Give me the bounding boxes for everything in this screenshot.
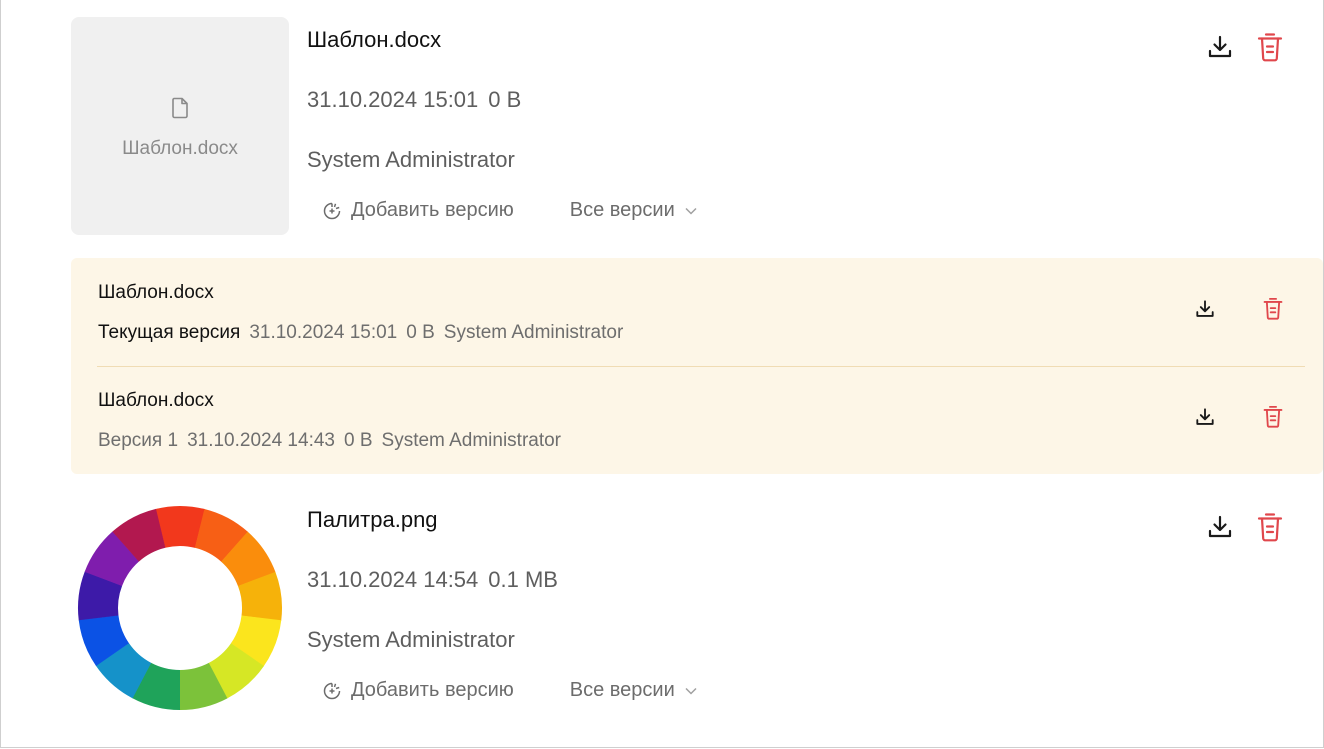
version-meta: Текущая версия 31.10.2024 15:01 0 B System … bbox=[98, 322, 623, 344]
color-wheel-image bbox=[78, 506, 282, 710]
trash-icon[interactable] bbox=[1257, 511, 1283, 543]
thumbnail-file-name: Шаблон.docx bbox=[122, 137, 238, 159]
version-size: 0 B bbox=[343, 430, 373, 451]
all-versions-label: Все версии bbox=[569, 679, 675, 701]
add-version-button[interactable]: Добавить версию bbox=[323, 679, 514, 702]
add-version-icon bbox=[323, 202, 341, 220]
file-actions: Добавить версию Все версии bbox=[323, 679, 697, 702]
file-date: 31.10.2024 14:54 bbox=[307, 567, 479, 592]
file-date: 31.10.2024 15:01 bbox=[307, 87, 479, 112]
file-actions: Добавить версию Все версии bbox=[323, 199, 697, 222]
chevron-down-icon bbox=[685, 687, 697, 695]
file-card: Палитра.png 31.10.2024 14:54 0.1 MB Syste… bbox=[71, 497, 1323, 717]
version-row[interactable]: Шаблон.docx Версия 1 31.10.2024 14:43 0 B S… bbox=[71, 366, 1323, 474]
trash-icon[interactable] bbox=[1263, 296, 1283, 321]
file-meta: 31.10.2024 15:01 0 B bbox=[307, 87, 521, 113]
add-version-button[interactable]: Добавить версию bbox=[323, 199, 514, 222]
file-meta: 31.10.2024 14:54 0.1 MB bbox=[307, 567, 558, 593]
version-size: 0 B bbox=[406, 322, 435, 343]
version-icons bbox=[1195, 404, 1283, 429]
download-icon[interactable] bbox=[1207, 34, 1233, 60]
trash-icon[interactable] bbox=[1263, 404, 1283, 429]
version-author: System Administrator bbox=[443, 322, 624, 343]
version-author: System Administrator bbox=[381, 430, 562, 451]
chevron-down-icon bbox=[685, 207, 697, 215]
version-meta: Версия 1 31.10.2024 14:43 0 B System Admini… bbox=[98, 430, 561, 452]
all-versions-label: Все версии bbox=[569, 199, 675, 221]
version-icons bbox=[1195, 296, 1283, 321]
file-card-icons bbox=[1207, 31, 1283, 63]
download-icon[interactable] bbox=[1207, 514, 1233, 540]
file-card-icons bbox=[1207, 511, 1283, 543]
version-file-name: Шаблон.docx bbox=[98, 390, 214, 411]
add-version-label: Добавить версию bbox=[351, 199, 514, 221]
color-wheel-segments bbox=[78, 506, 282, 710]
file-list-panel: Шаблон.docx Шаблон.docx 31.10.2024 15:01… bbox=[0, 0, 1324, 748]
all-versions-dropdown[interactable]: Все версии bbox=[570, 199, 697, 222]
version-date: 31.10.2024 14:43 bbox=[187, 430, 335, 451]
file-thumbnail[interactable]: Шаблон.docx bbox=[71, 17, 289, 235]
version-label: Текущая версия bbox=[98, 322, 241, 343]
file-name[interactable]: Палитра.png bbox=[307, 507, 438, 533]
add-version-label: Добавить версию bbox=[351, 679, 514, 701]
version-row[interactable]: Шаблон.docx Текущая версия 31.10.2024 15:… bbox=[71, 258, 1323, 366]
file-thumbnail[interactable] bbox=[71, 497, 289, 715]
file-card: Шаблон.docx Шаблон.docx 31.10.2024 15:01… bbox=[71, 17, 1323, 237]
version-date: 31.10.2024 15:01 bbox=[249, 322, 398, 343]
file-author: System Administrator bbox=[307, 627, 515, 652]
trash-icon[interactable] bbox=[1257, 31, 1283, 63]
all-versions-dropdown[interactable]: Все версии bbox=[570, 679, 697, 702]
file-author: System Administrator bbox=[307, 147, 515, 172]
add-version-icon bbox=[323, 682, 341, 700]
file-size: 0.1 MB bbox=[488, 567, 558, 592]
document-icon bbox=[171, 97, 189, 124]
version-label: Версия 1 bbox=[98, 430, 179, 451]
file-size: 0 B bbox=[488, 87, 522, 112]
download-icon[interactable] bbox=[1195, 299, 1215, 319]
version-file-name: Шаблон.docx bbox=[98, 282, 214, 303]
versions-panel: Шаблон.docx Текущая версия 31.10.2024 15:… bbox=[71, 258, 1323, 474]
file-name[interactable]: Шаблон.docx bbox=[307, 27, 441, 53]
download-icon[interactable] bbox=[1195, 407, 1215, 427]
